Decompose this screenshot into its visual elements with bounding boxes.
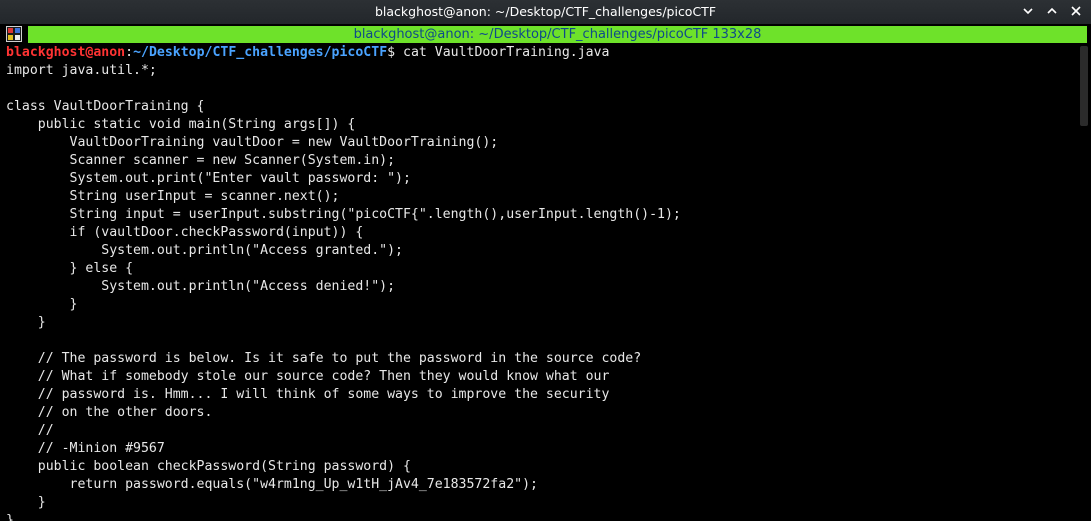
output-line: Scanner scanner = new Scanner(System.in)…: [6, 153, 396, 168]
command-text: cat VaultDoorTraining.java: [395, 45, 610, 60]
scrollbar-thumb[interactable]: [1080, 46, 1088, 126]
output-line: }: [6, 495, 46, 510]
prompt-path: ~/Desktop/CTF_challenges/picoCTF: [133, 45, 388, 60]
output-line: String input = userInput.substring("pico…: [6, 207, 681, 222]
output-line: }: [6, 315, 46, 330]
close-icon[interactable]: [1069, 4, 1083, 18]
output-line: class VaultDoorTraining {: [6, 99, 205, 114]
output-line: public static void main(String args[]) {: [6, 117, 356, 132]
prompt-user: blackghost: [6, 45, 86, 60]
prompt-dollar: $: [387, 45, 396, 60]
minimize-icon[interactable]: [1021, 4, 1035, 18]
title-bar[interactable]: blackghost@anon: ~/Desktop/CTF_challenge…: [0, 0, 1091, 24]
terminal-app-icon: [6, 26, 22, 42]
terminal-window: blackghost@anon: ~/Desktop/CTF_challenge…: [0, 0, 1091, 521]
output-line: }: [6, 513, 14, 521]
prompt-colon: :: [125, 45, 134, 60]
output-line: //: [6, 423, 54, 438]
output-line: String userInput = scanner.next();: [6, 189, 340, 204]
command-prompt-line: blackghost@anon:~/Desktop/CTF_challenges…: [6, 44, 1077, 62]
output-line: }: [6, 297, 78, 312]
output-line: System.out.println("Access granted.");: [6, 243, 403, 258]
terminal-output[interactable]: blackghost@anon:~/Desktop/CTF_challenges…: [0, 44, 1077, 521]
output-line: System.out.println("Access denied!");: [6, 279, 396, 294]
window-title: blackghost@anon: ~/Desktop/CTF_challenge…: [374, 4, 717, 19]
output-line: if (vaultDoor.checkPassword(input)) {: [6, 225, 364, 240]
output-line: return password.equals("w4rm1ng_Up_w1tH_…: [6, 477, 538, 492]
maximize-icon[interactable]: [1045, 4, 1059, 18]
window-controls: [1021, 4, 1083, 18]
tab-bar: blackghost@anon: ~/Desktop/CTF_challenge…: [0, 24, 1091, 44]
prompt-host: @anon: [85, 45, 126, 60]
scrollbar[interactable]: [1077, 44, 1091, 521]
output-line: // What if somebody stole our source cod…: [6, 369, 610, 384]
output-line: // password is. Hmm... I will think of s…: [6, 387, 610, 402]
output-line: } else {: [6, 261, 134, 276]
output-line: public boolean checkPassword(String pass…: [6, 459, 411, 474]
output-line: System.out.print("Enter vault password: …: [6, 171, 411, 186]
output-line: // The password is below. Is it safe to …: [6, 351, 642, 366]
output-line: VaultDoorTraining vaultDoor = new VaultD…: [6, 135, 499, 150]
output-line: // -Minion #9567: [6, 441, 165, 456]
output-line: import java.util.*;: [6, 63, 157, 78]
tab-active-session[interactable]: blackghost@anon: ~/Desktop/CTF_challenge…: [28, 26, 1087, 43]
output-line: // on the other doors.: [6, 405, 213, 420]
